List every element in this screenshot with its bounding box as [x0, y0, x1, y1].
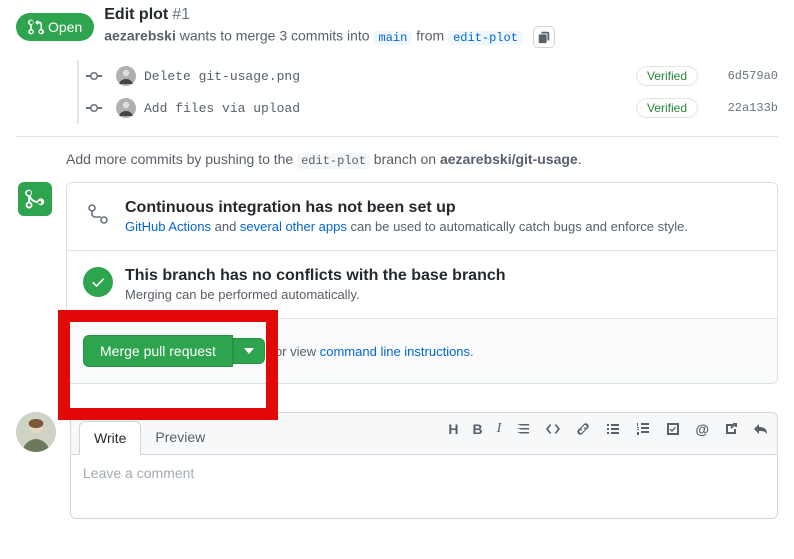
commit-row: Delete git-usage.png Verified 6d579a0 — [78, 60, 778, 92]
merge-options-caret[interactable] — [233, 338, 265, 364]
workflow-icon — [83, 199, 113, 229]
pr-meta: aezarebski wants to merge 3 commits into… — [104, 26, 555, 48]
merge-side-badge — [18, 182, 52, 216]
pr-author[interactable]: aezarebski — [104, 28, 176, 44]
merge-footer: Merge pull request or view command line … — [67, 318, 777, 383]
reply-icon[interactable] — [753, 421, 769, 437]
verified-badge[interactable]: Verified — [636, 66, 698, 86]
ci-section: Continuous integration has not been set … — [67, 183, 777, 250]
quote-icon[interactable] — [515, 421, 531, 437]
pr-title: Edit plot — [104, 6, 168, 24]
ci-subtext: GitHub Actions and several other apps ca… — [125, 219, 688, 234]
verified-badge[interactable]: Verified — [636, 98, 698, 118]
commit-icon — [86, 100, 102, 116]
ol-icon[interactable] — [635, 421, 651, 437]
cli-instructions-link[interactable]: command line instructions — [320, 344, 470, 359]
comment-textarea[interactable] — [71, 455, 777, 515]
avatar[interactable] — [116, 98, 136, 118]
heading-icon[interactable]: H — [448, 421, 458, 437]
avatar[interactable] — [116, 66, 136, 86]
merge-hint: or view command line instructions. — [275, 344, 474, 359]
cross-reference-icon[interactable] — [723, 421, 739, 437]
bold-icon[interactable]: B — [473, 421, 483, 437]
mention-icon[interactable]: @ — [695, 421, 709, 437]
target-branch[interactable]: main — [374, 31, 413, 45]
tab-preview[interactable]: Preview — [141, 421, 219, 454]
copy-branch-button[interactable] — [533, 26, 555, 48]
merge-panel: Continuous integration has not been set … — [66, 182, 778, 384]
check-icon — [90, 274, 106, 290]
tasklist-icon[interactable] — [665, 421, 681, 437]
current-user-avatar[interactable] — [16, 412, 56, 452]
ci-link-apps[interactable]: several other apps — [240, 219, 347, 234]
commit-icon — [86, 68, 102, 84]
commit-row: Add files via upload Verified 22a133b — [78, 92, 778, 124]
status-ok-icon — [83, 267, 113, 297]
pull-request-icon — [28, 19, 44, 35]
pr-state-badge: Open — [16, 13, 94, 41]
pr-number: #1 — [172, 6, 190, 24]
caret-down-icon — [244, 346, 254, 356]
conflict-section: This branch has no conflicts with the ba… — [67, 250, 777, 318]
copy-icon — [537, 30, 551, 44]
tab-write[interactable]: Write — [79, 421, 141, 455]
git-merge-icon — [25, 189, 45, 209]
source-branch[interactable]: edit-plot — [448, 31, 523, 45]
link-icon[interactable] — [575, 421, 591, 437]
ul-icon[interactable] — [605, 421, 621, 437]
merge-pull-request-button[interactable]: Merge pull request — [83, 335, 233, 367]
code-icon[interactable] — [545, 421, 561, 437]
conflict-sub: Merging can be performed automatically. — [125, 287, 506, 302]
ci-link-actions[interactable]: GitHub Actions — [125, 219, 211, 234]
push-hint: Add more commits by pushing to the edit-… — [0, 137, 794, 182]
comment-box: Write Preview H B I — [70, 412, 778, 519]
commit-sha[interactable]: 22a133b — [722, 101, 778, 115]
commit-message[interactable]: Delete git-usage.png — [144, 69, 636, 84]
italic-icon[interactable]: I — [497, 421, 502, 437]
pr-state-label: Open — [48, 19, 82, 35]
ci-title: Continuous integration has not been set … — [125, 199, 688, 217]
commit-message[interactable]: Add files via upload — [144, 101, 636, 116]
conflict-title: This branch has no conflicts with the ba… — [125, 267, 506, 285]
markdown-toolbar: H B I @ — [448, 421, 769, 437]
commit-sha[interactable]: 6d579a0 — [722, 69, 778, 83]
